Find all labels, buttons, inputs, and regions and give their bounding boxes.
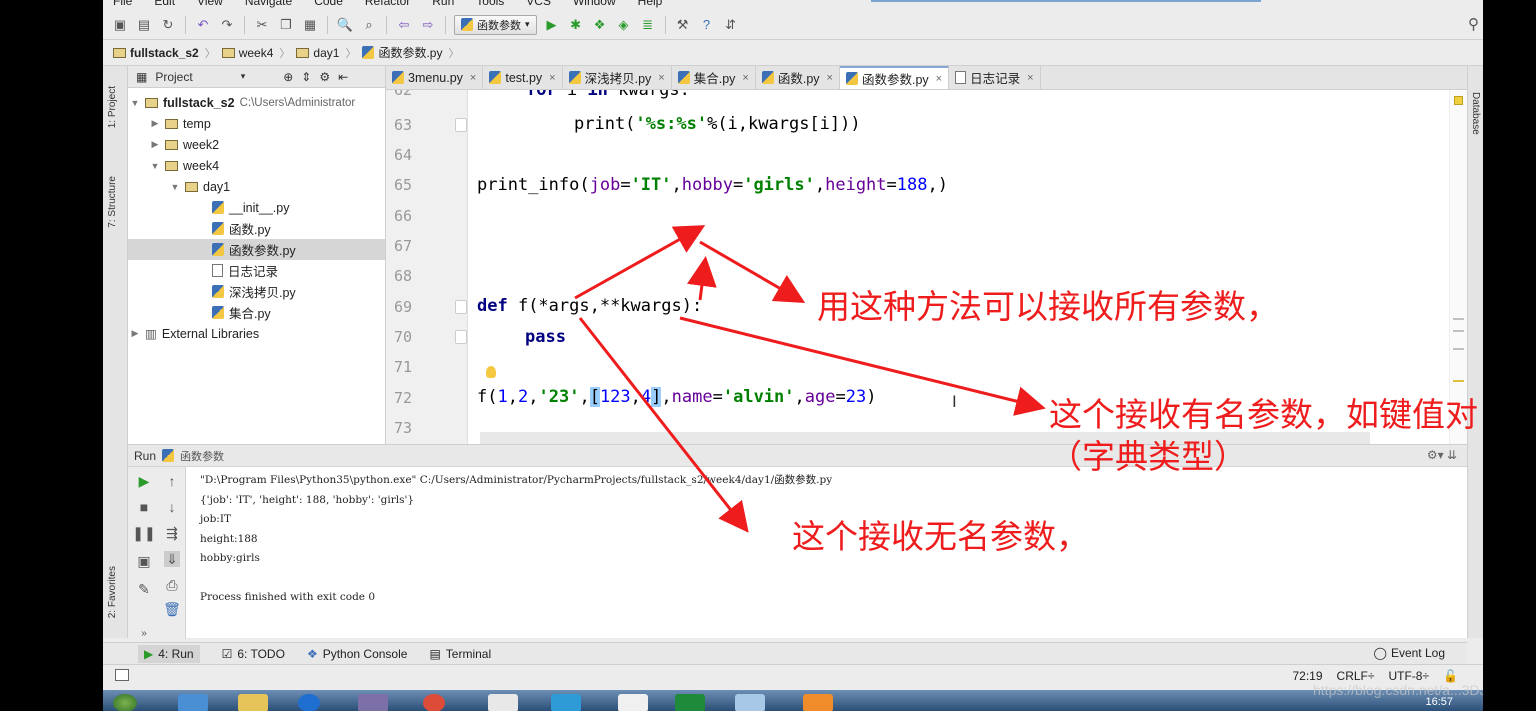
arrow-to-args	[686, 256, 717, 301]
annotation-all-params: 用这种方法可以接收所有参数，	[817, 287, 1279, 326]
annotation-arrows	[574, 225, 1046, 533]
annotation-dict-type: （字典类型）	[1049, 437, 1247, 476]
arrow-to-named	[679, 316, 1046, 416]
annotation-unnamed-params: 这个接收无名参数，	[792, 517, 1089, 556]
arrow-to-all-params	[699, 240, 806, 304]
arrow-to-unnamed	[578, 317, 749, 533]
annotation-named-params: 这个接收有名参数，如键值对	[1049, 395, 1478, 434]
arrow-to-print-info	[574, 225, 706, 300]
